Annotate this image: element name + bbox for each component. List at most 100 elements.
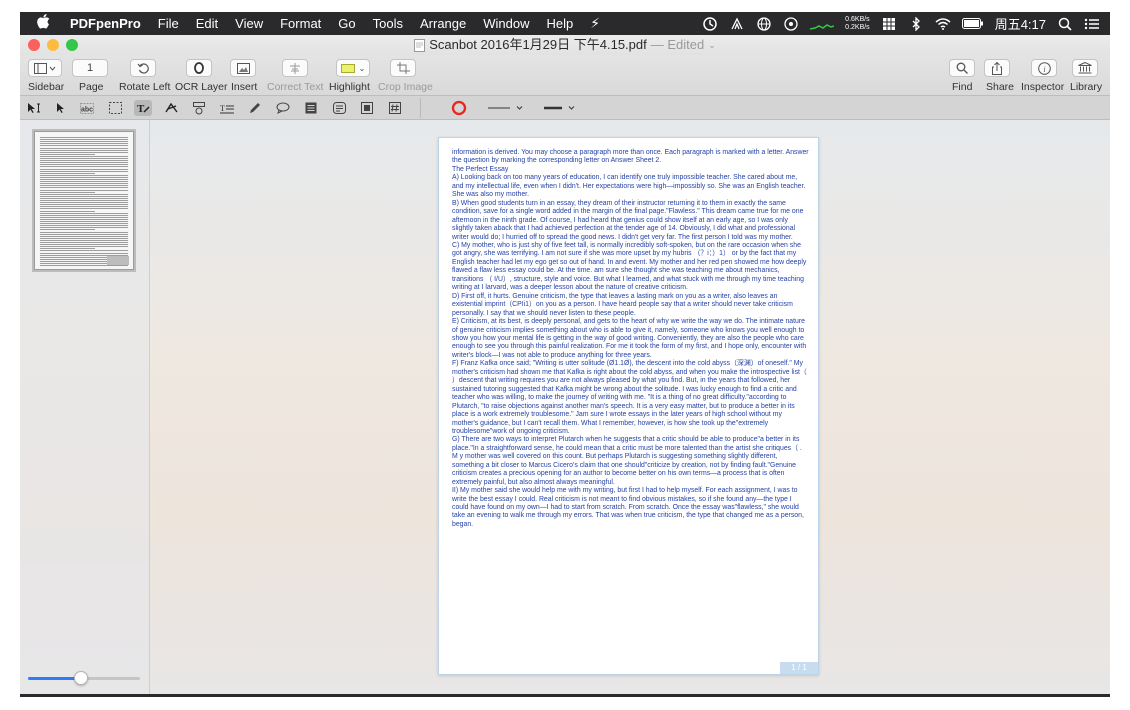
- marquee-tool-button[interactable]: [106, 100, 124, 116]
- menu-file[interactable]: File: [158, 16, 179, 31]
- thumbnail-line: [40, 202, 128, 204]
- crop-image-label: Crop Image: [378, 81, 433, 93]
- comment-tool-button[interactable]: [274, 100, 292, 116]
- activity-graph-icon[interactable]: [810, 16, 835, 32]
- menu-arrange[interactable]: Arrange: [420, 16, 466, 31]
- page-thumbnail[interactable]: [34, 131, 134, 270]
- battery-icon[interactable]: [961, 16, 984, 32]
- thumbnail-line: [40, 244, 128, 246]
- arrow-tool-button[interactable]: [52, 100, 70, 116]
- thumbnail-line: [40, 223, 128, 225]
- form-field-tool-button[interactable]: [330, 100, 348, 116]
- grid-status-icon[interactable]: [881, 16, 897, 32]
- thumbnail-line: [40, 153, 95, 155]
- toolbar-divider: [420, 98, 421, 118]
- pdf-page[interactable]: information is derived. You may choose a…: [438, 137, 819, 675]
- close-window-button[interactable]: [28, 39, 40, 51]
- notification-center-icon[interactable]: [1084, 16, 1100, 32]
- inspector-button[interactable]: i: [1031, 59, 1057, 77]
- library-button[interactable]: [1072, 59, 1098, 77]
- app-menu[interactable]: PDFpenPro: [70, 16, 141, 31]
- note-tool-button[interactable]: [302, 100, 320, 116]
- thumbnail-line: [40, 195, 128, 197]
- wifi-icon[interactable]: [935, 16, 951, 32]
- thumbnail-line: [40, 155, 128, 157]
- text-tool-icon: T: [137, 103, 150, 114]
- line-weight-dropdown[interactable]: [542, 100, 578, 116]
- menu-format[interactable]: Format: [280, 16, 321, 31]
- shape-color-button[interactable]: [450, 100, 468, 116]
- pen-tool-button[interactable]: [246, 100, 264, 116]
- find-button[interactable]: [949, 59, 975, 77]
- thumbnail-line: [40, 147, 128, 149]
- menu-view[interactable]: View: [235, 16, 263, 31]
- pdf-document-icon: [414, 38, 426, 52]
- thumbnail-line: [40, 248, 95, 250]
- line-style-dropdown[interactable]: [486, 100, 526, 116]
- menu-edit[interactable]: Edit: [196, 16, 218, 31]
- thumbnail-line: [40, 166, 128, 168]
- share-button[interactable]: [984, 59, 1010, 77]
- select-tool-button[interactable]: [25, 100, 43, 116]
- menubar-clock[interactable]: 周五4:17: [995, 14, 1046, 33]
- menu-help[interactable]: Help: [546, 16, 573, 31]
- ocr-layer-button[interactable]: [186, 59, 212, 77]
- text-select-tool-button[interactable]: abc: [78, 100, 96, 116]
- thumbnail-line: [40, 216, 128, 218]
- rotate-left-icon: [137, 63, 149, 74]
- circle-status-icon[interactable]: [783, 16, 799, 32]
- rotate-left-button[interactable]: [130, 59, 156, 77]
- checkbox-field-tool-button[interactable]: [358, 100, 376, 116]
- window-title[interactable]: Scanbot 2016年1月29日 下午4.15.pdf — Edited ⌄: [414, 35, 716, 55]
- menu-go[interactable]: Go: [338, 16, 355, 31]
- correct-text-button[interactable]: [282, 59, 308, 77]
- document-area: information is derived. You may choose a…: [20, 120, 1110, 694]
- thumbnail-zoom-slider[interactable]: [28, 671, 140, 685]
- spotlight-search-icon[interactable]: [1057, 16, 1073, 32]
- thumbnail-line: [40, 204, 128, 206]
- correct-text-label: Correct Text: [267, 81, 324, 93]
- insert-label: Insert: [231, 81, 258, 93]
- text-tool-button[interactable]: T: [134, 100, 152, 116]
- sidebar-label: Sidebar: [28, 81, 65, 93]
- page-number-field[interactable]: 1: [72, 59, 108, 77]
- inspector-label: Inspector: [1021, 81, 1065, 93]
- clock-status-icon[interactable]: [702, 16, 718, 32]
- thumbnail-line: [40, 139, 128, 141]
- text-box-tool-button[interactable]: T: [218, 100, 236, 116]
- stamp-tool-button[interactable]: [190, 100, 208, 116]
- globe-status-icon[interactable]: [756, 16, 772, 32]
- thumbnail-line: [40, 143, 128, 145]
- crop-image-button[interactable]: [390, 59, 416, 77]
- thumbnail-line: [40, 206, 128, 208]
- page-text[interactable]: information is derived. You may choose a…: [452, 149, 809, 529]
- scribble-tool-button[interactable]: [162, 100, 180, 116]
- text-box-icon: T: [220, 104, 234, 113]
- checkbox-icon: [361, 102, 373, 114]
- menu-bar: PDFpenPro File Edit View Format Go Tools…: [20, 12, 1110, 35]
- arrow-pointer-icon: [57, 103, 64, 113]
- highlight-color-swatch: [340, 63, 355, 73]
- script-menu-icon[interactable]: ⚡: [590, 15, 600, 32]
- apple-menu-icon[interactable]: [37, 14, 50, 33]
- bluetooth-icon[interactable]: [908, 16, 924, 32]
- thumbnail-line: [40, 189, 128, 191]
- menu-window[interactable]: Window: [483, 16, 529, 31]
- airdrop-status-icon[interactable]: [729, 16, 745, 32]
- thumbnail-line: [40, 141, 128, 143]
- minimize-window-button[interactable]: [47, 39, 59, 51]
- document-paragraph: D) First off, it hurts. Genuine criticis…: [452, 292, 793, 317]
- zoom-window-button[interactable]: [66, 39, 78, 51]
- status-area: 0.6KB/s 0.2KB/s 周五4:17: [702, 12, 1100, 35]
- thumbnail-line: [40, 181, 128, 183]
- insert-button[interactable]: [230, 59, 256, 77]
- slider-knob[interactable]: [73, 671, 88, 685]
- link-field-tool-button[interactable]: [386, 100, 404, 116]
- thumbnail-line: [40, 212, 128, 214]
- net-download: 0.2KB/s: [845, 23, 870, 31]
- highlight-button[interactable]: ⌄: [336, 59, 370, 77]
- main-toolbar: Sidebar 1 Page Rotate Left OCR Layer Ins…: [20, 55, 1110, 95]
- menu-tools[interactable]: Tools: [373, 16, 403, 31]
- page-label: Page: [79, 81, 104, 93]
- sidebar-toggle-button[interactable]: [28, 59, 62, 77]
